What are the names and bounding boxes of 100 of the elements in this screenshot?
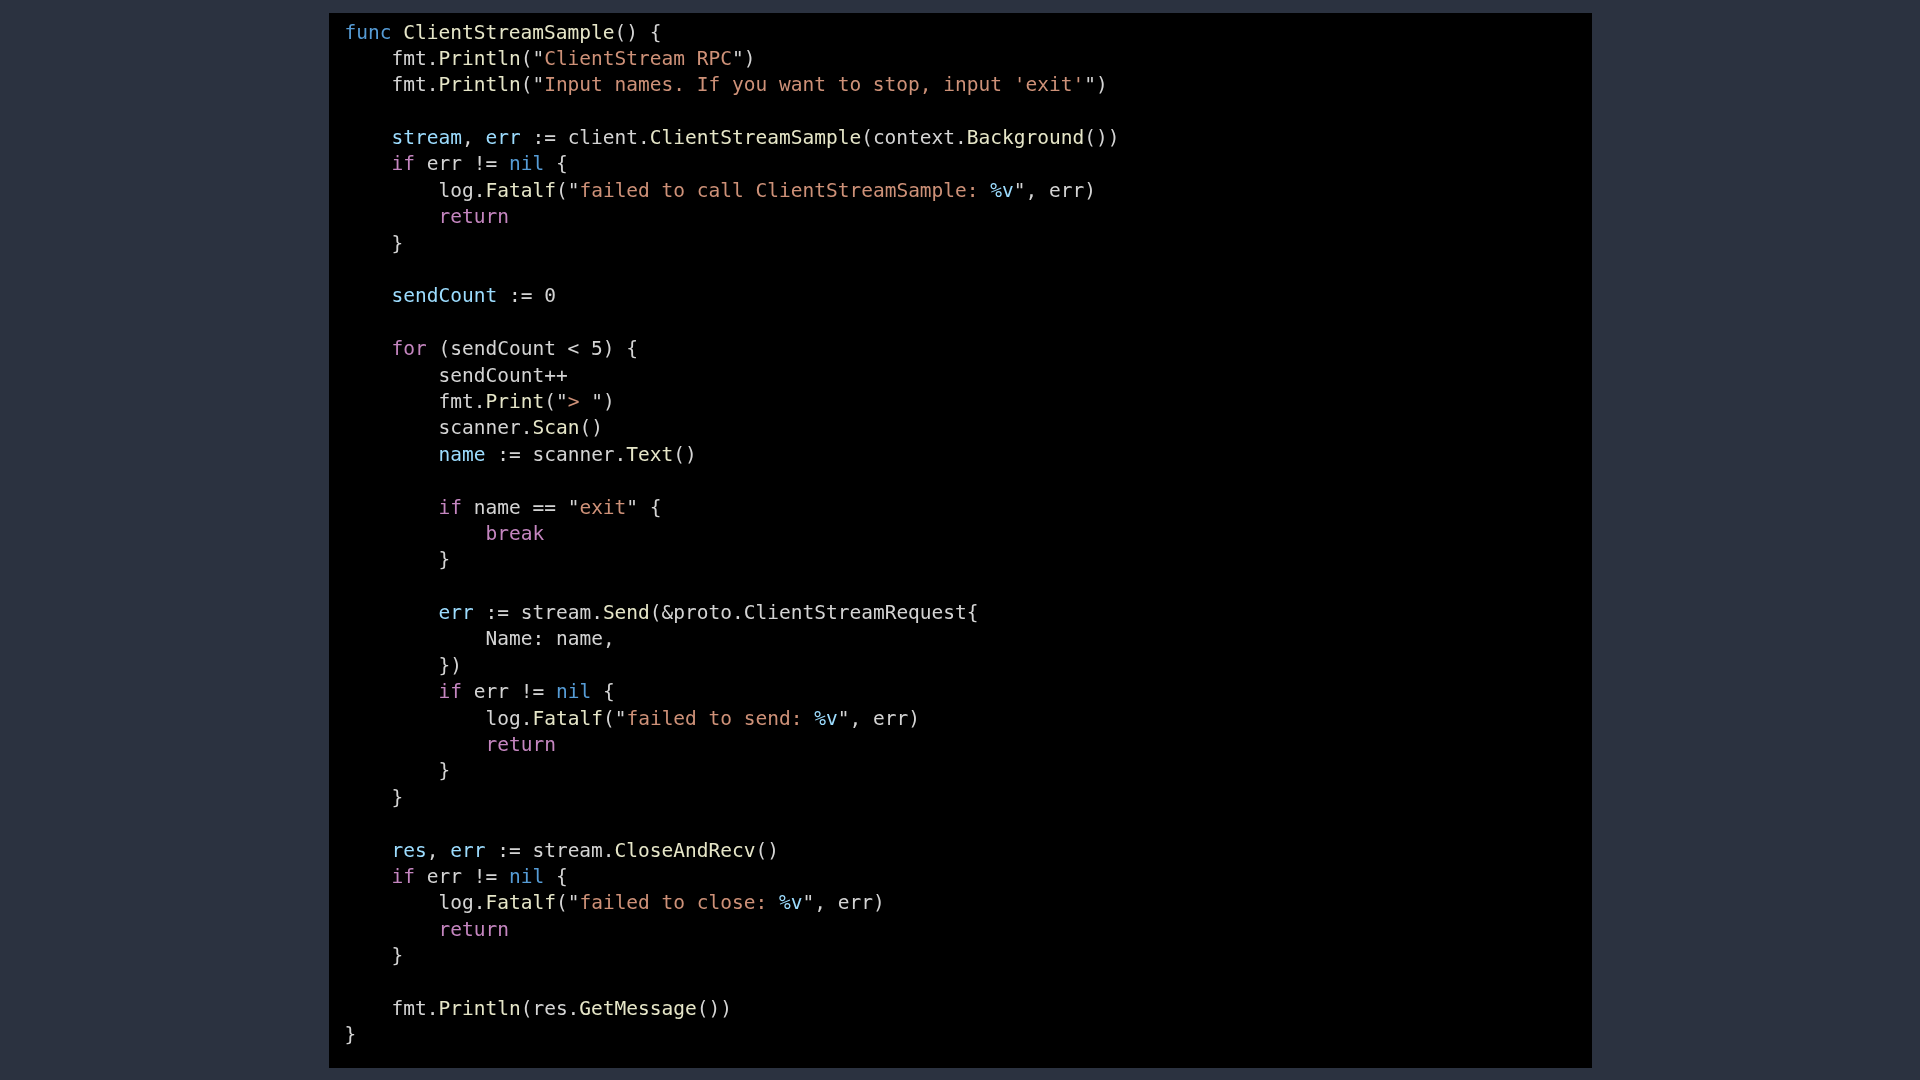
code-text: ()) [696, 996, 732, 1020]
code-number: 0 [544, 284, 556, 308]
code-text: fmt. [391, 73, 439, 97]
code-text: { [554, 152, 568, 176]
code-function-name: Fatalf [485, 891, 556, 915]
code-text: (" [520, 73, 545, 97]
code-text: (" [520, 46, 545, 70]
code-function-name: GetMessage [579, 996, 697, 1020]
code-text: err != [425, 152, 499, 176]
code-function-name: ClientStreamSample [649, 126, 862, 150]
code-text: (" [555, 178, 580, 202]
code-keyword: if [438, 680, 462, 704]
code-text: fmt. [391, 996, 439, 1020]
code-text: := scanner. [496, 442, 627, 466]
code-format-verb: %v [990, 178, 1014, 202]
code-string: failed to send: [626, 706, 804, 730]
code-variable: err [450, 838, 486, 862]
code-function-name: CloseAndRecv [614, 838, 756, 862]
code-text: := stream. [484, 601, 603, 625]
code-function-name: Send [602, 601, 650, 625]
code-number: 5 [591, 337, 603, 361]
code-function-name: Scan [532, 416, 580, 440]
code-keyword: if [438, 495, 462, 519]
code-text: log. [485, 706, 533, 730]
code-string: failed to close: [579, 891, 769, 915]
code-keyword: if [391, 865, 415, 888]
code-keyword: for [391, 337, 427, 361]
code-text: , [426, 838, 440, 862]
code-text: log. [438, 891, 486, 915]
code-text: ") [1084, 73, 1108, 97]
code-string: exit [579, 495, 627, 519]
code-text: () [579, 416, 603, 440]
code-text: name == " [472, 495, 580, 519]
code-text: fmt. [391, 46, 439, 70]
code-text: ) { [602, 337, 639, 361]
code-text: scanner. [438, 416, 533, 440]
code-variable: stream [391, 126, 462, 150]
code-text: Name: name, [485, 627, 615, 651]
code-format-verb: %v [779, 891, 803, 915]
code-text: } [438, 759, 451, 783]
code-string: > [567, 389, 580, 413]
code-keyword: func [344, 20, 392, 44]
code-text: (" [544, 389, 568, 413]
code-keyword: return [438, 917, 509, 941]
code-function-name: Println [438, 996, 521, 1020]
code-text: }) [438, 653, 462, 677]
code-text: , [461, 126, 475, 150]
code-text: ") [590, 389, 615, 413]
code-keyword: if [391, 152, 415, 176]
code-text: } [391, 231, 404, 255]
code-variable: name [438, 442, 486, 466]
code-string: ClientStream RPC [544, 46, 732, 70]
code-text: fmt. [438, 389, 486, 413]
code-text: := client. [531, 126, 650, 150]
code-variable: sendCount [391, 284, 498, 308]
code-function-name: ClientStreamSample [402, 20, 615, 44]
code-function-name: Println [438, 46, 521, 70]
code-text: err != [425, 865, 499, 888]
code-text: := [507, 284, 534, 308]
code-text: log. [438, 178, 486, 202]
code-string: failed to call ClientStreamSample: [579, 178, 980, 202]
code-keyword: nil [508, 865, 545, 888]
code-keyword: return [485, 733, 556, 757]
code-text: () { [614, 20, 662, 44]
code-variable: res [391, 838, 427, 862]
code-text: () [755, 838, 779, 862]
code-text: ", err) [837, 706, 920, 730]
code-function-name: Print [485, 389, 545, 413]
code-text: ", err) [802, 891, 885, 915]
code-text: ", err) [1013, 178, 1096, 202]
code-function-name: Text [626, 442, 674, 466]
code-keyword: break [485, 521, 545, 545]
code-keyword: nil [508, 152, 545, 176]
code-text: (" [555, 891, 580, 915]
code-function-name: Background [966, 126, 1085, 150]
code-keyword: return [438, 205, 509, 229]
code-text: } [391, 785, 404, 809]
code-text: ") [732, 46, 756, 70]
code-text: := stream. [496, 838, 615, 862]
code-text: (&proto.ClientStreamRequest{ [649, 601, 979, 625]
code-text: } [391, 944, 404, 968]
code-text: (context. [861, 126, 967, 150]
code-text: " { [626, 495, 662, 519]
code-variable: err [438, 601, 474, 625]
code-text: (" [602, 706, 627, 730]
code-text: () [673, 442, 697, 466]
code-function-name: Fatalf [532, 706, 603, 730]
code-text: } [344, 1023, 357, 1047]
code-format-verb: %v [814, 706, 838, 730]
code-variable: err [485, 126, 521, 150]
code-text: ()) [1084, 126, 1120, 150]
code-keyword: nil [555, 680, 592, 704]
code-text: (res. [520, 996, 580, 1020]
code-text: { [554, 865, 568, 888]
code-function-name: Println [438, 73, 521, 97]
code-text: (sendCount < [437, 337, 581, 361]
code-text: sendCount++ [438, 363, 568, 387]
code-text: err != [472, 680, 546, 704]
code-function-name: Fatalf [485, 178, 556, 202]
code-text: { [601, 680, 615, 704]
